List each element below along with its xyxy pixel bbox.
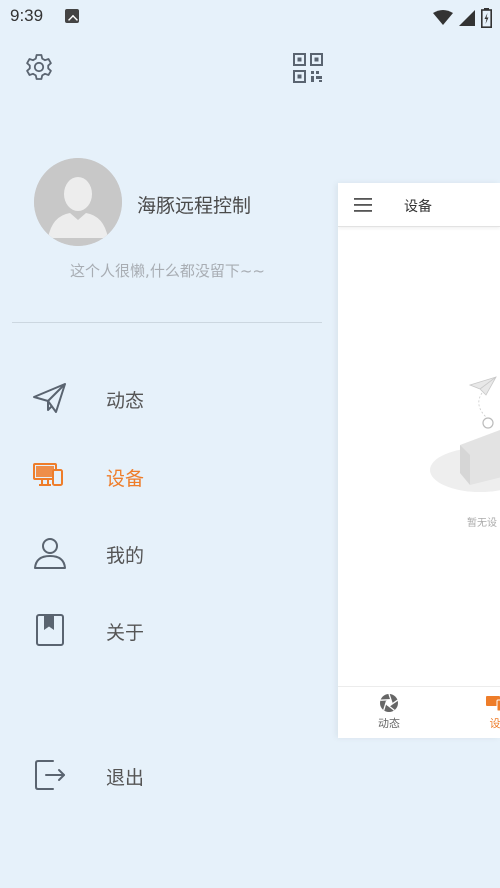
hamburger-menu-icon[interactable] [354, 197, 372, 213]
person-icon [31, 535, 69, 571]
preview-tab-devices[interactable]: 设 [485, 693, 500, 731]
devices-icon [31, 458, 69, 494]
menu-item-label: 设备 [106, 468, 145, 490]
preview-tab-label: 设 [489, 717, 500, 730]
main-screen-preview[interactable]: 设备 暂无设 动态 设 [338, 183, 500, 738]
logout-button[interactable]: 退出 [0, 745, 335, 805]
preview-header: 设备 [338, 183, 500, 227]
bookmark-book-icon [31, 612, 69, 648]
wifi-icon [432, 9, 453, 25]
settings-button[interactable] [24, 52, 54, 82]
menu-item-dynamics[interactable]: 动态 [0, 368, 335, 428]
status-icons [432, 7, 492, 28]
battery-icon [481, 7, 492, 28]
status-time: 9:39 [10, 6, 44, 25]
preview-tab-bar: 动态 设 [338, 686, 500, 738]
menu-item-label: 我的 [106, 545, 145, 567]
logout-icon [31, 757, 69, 793]
default-avatar-icon [34, 158, 122, 246]
logout-label: 退出 [106, 767, 145, 789]
preview-title: 设备 [404, 199, 432, 215]
aperture-icon [380, 693, 398, 712]
menu-item-about[interactable]: 关于 [0, 600, 335, 660]
notification-app-icon [65, 9, 79, 23]
devices-icon [486, 696, 500, 712]
menu-item-mine[interactable]: 我的 [0, 523, 335, 583]
menu-item-label: 动态 [106, 390, 145, 412]
qr-code-button[interactable] [292, 52, 324, 84]
empty-state-text: 暂无设 [467, 518, 497, 529]
username: 海豚远程控制 [137, 195, 252, 217]
gear-icon [26, 54, 52, 80]
preview-tab-dynamics[interactable]: 动态 [378, 693, 400, 731]
signal-icon [458, 9, 475, 26]
menu-item-label: 关于 [106, 622, 145, 644]
preview-tab-label: 动态 [378, 717, 400, 730]
user-bio: 这个人很懒,什么都没留下~~ [70, 262, 265, 280]
qr-code-icon [293, 53, 323, 83]
menu-item-devices[interactable]: 设备 [0, 446, 335, 506]
status-bar: 9:39 [0, 0, 500, 34]
divider [12, 322, 322, 323]
avatar[interactable] [34, 158, 122, 246]
paper-plane-icon [31, 380, 69, 416]
empty-state-illustration [430, 376, 500, 492]
